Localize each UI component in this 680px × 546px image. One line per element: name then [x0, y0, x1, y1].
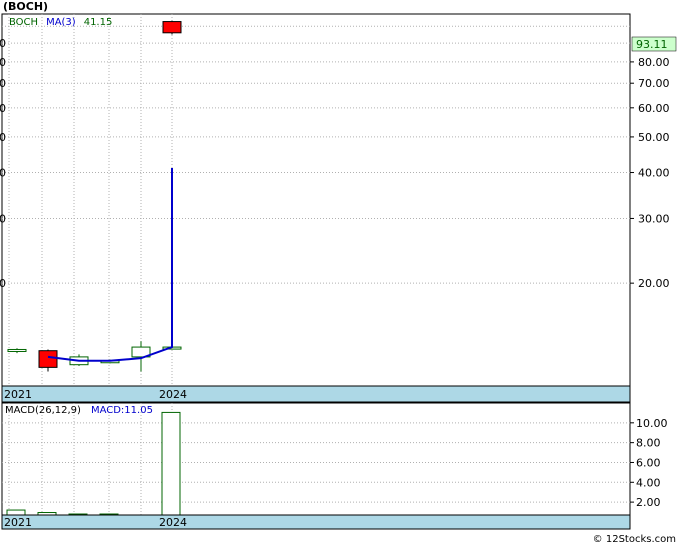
macd-legend-label: MACD(26,12,9) [5, 405, 81, 416]
macd-plot-area [1, 402, 631, 516]
price-left-tick-label: 20 [0, 277, 6, 290]
macd-bar [161, 411, 181, 516]
macd-panel: 2.00 4.00 6.00 8.00 10.00 MACD(26,12,9) MACD:1… [1, 402, 668, 530]
price-left-tick-label: 60 [0, 102, 6, 115]
macd-xaxis-band [1, 514, 631, 530]
price-left-tick-label: 50 [0, 131, 6, 144]
price-xaxis-band [1, 385, 631, 403]
price-legend: BOCH MA(3) 41.15 [9, 17, 112, 28]
footer-credit: © 12Stocks.com [592, 534, 676, 545]
macd-legend: MACD(26,12,9) MACD:11.05 [5, 405, 153, 416]
price-left-tick-label: 90 [0, 37, 6, 50]
candle-body [38, 350, 58, 368]
macd-bar [6, 509, 26, 516]
price-plot-area [1, 13, 631, 387]
macd-legend-value: MACD:11.05 [91, 405, 153, 416]
price-left-tick-label: 70 [0, 77, 6, 90]
last-price-label: 93.11 [636, 38, 668, 51]
macd-ytick-label: 4.00 [636, 476, 661, 489]
price-ytick-label: 50.00 [638, 131, 670, 144]
macd-xtick-label: 2021 [4, 516, 32, 529]
price-ytick-label: 70.00 [638, 77, 670, 90]
price-xtick-label: 2024 [159, 388, 187, 401]
macd-ytick-label: 8.00 [636, 437, 661, 450]
price-left-tick-label: 80 [0, 56, 6, 69]
candle [162, 20, 182, 35]
price-ytick-label: 60.00 [638, 102, 670, 115]
price-ytick-label: 80.00 [638, 56, 670, 69]
price-ytick-label: 20.00 [638, 277, 670, 290]
price-panel: 20.00 30.00 40.00 50.00 60.00 70.00 80.00 40 30 2… [0, 13, 677, 403]
macd-ytick-label: 10.00 [636, 417, 668, 430]
macd-xtick-label: 2024 [159, 516, 187, 529]
price-xtick-label: 2021 [4, 388, 32, 401]
candle-body [7, 348, 27, 352]
macd-ytick-label: 6.00 [636, 456, 661, 469]
stock-chart: 20.00 30.00 40.00 50.00 60.00 70.00 80.00 40 30 2… [0, 13, 677, 530]
legend-ma-value: 41.15 [84, 17, 113, 28]
price-left-tick-label: 30 [0, 212, 6, 225]
legend-ma-label: MA(3) [46, 17, 76, 28]
macd-ytick-label: 2.00 [636, 496, 661, 509]
candle-body [162, 21, 182, 34]
legend-symbol: BOCH [9, 17, 38, 28]
price-left-tick-label: 40 [0, 167, 6, 180]
price-ytick-label: 30.00 [638, 212, 670, 225]
price-ytick-label: 40.00 [638, 167, 670, 180]
